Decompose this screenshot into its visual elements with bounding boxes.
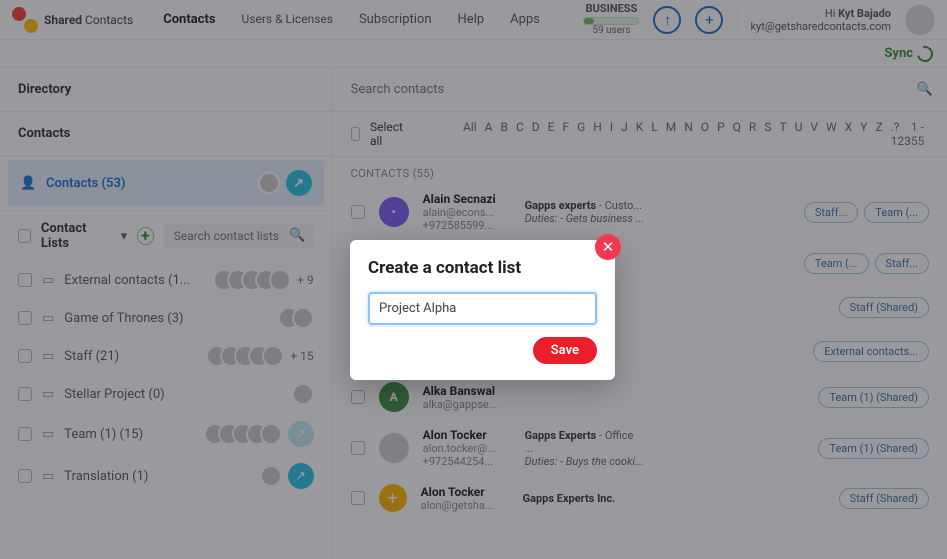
create-list-modal: ✕ Create a contact list Save (350, 240, 615, 380)
save-button[interactable]: Save (533, 337, 597, 364)
list-name-input[interactable] (368, 292, 597, 325)
modal-title: Create a contact list (368, 258, 597, 278)
modal-close-button[interactable]: ✕ (595, 234, 621, 260)
